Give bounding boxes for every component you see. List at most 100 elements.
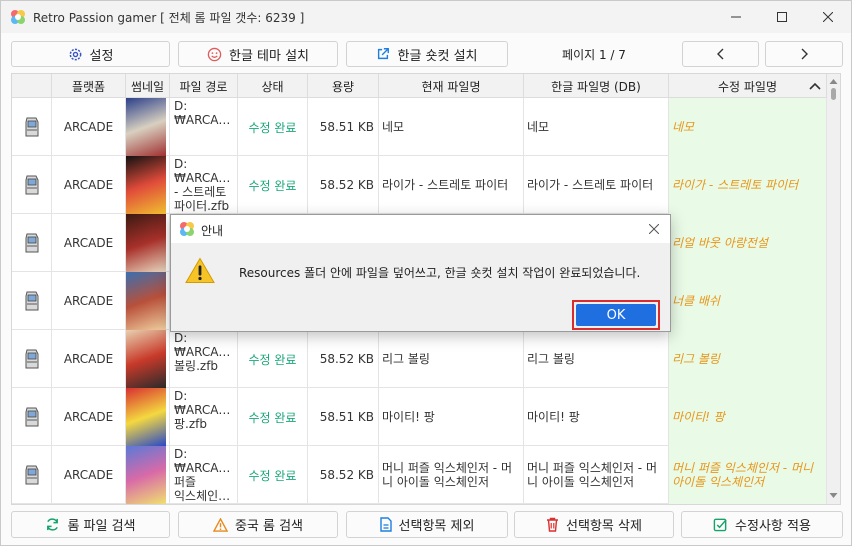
exclude-selected-button[interactable]: 선택항목 제외 (346, 511, 508, 538)
thumbnail-cell-border (126, 446, 170, 504)
prev-page-button[interactable] (682, 41, 759, 67)
platform-cell: ARCADE (52, 214, 126, 272)
platform-icon-cell (12, 388, 52, 446)
column-header[interactable]: 썸네일 (126, 74, 170, 98)
table-row[interactable]: ARCADE D: ₩ARCA… 수정 완료 58.51 KB 네모 네모 네모 (12, 98, 827, 156)
current-filename-cell: 라이가 - 스트레토 파이터 (379, 156, 524, 214)
settings-button[interactable]: 설정 (11, 41, 170, 67)
fixed-filename-cell: 라이가 - 스트레토 파이터 (669, 156, 827, 214)
maximize-icon (777, 12, 787, 22)
cn-rom-search-label: 중국 롬 검색 (234, 519, 304, 534)
thumbnail-cell-border (126, 98, 170, 156)
cn-rom-search-button[interactable]: 중국 롬 검색 (178, 511, 338, 538)
column-header[interactable]: 용량 (308, 74, 379, 98)
db-filename-cell: 네모 (524, 98, 669, 156)
minimize-button[interactable] (713, 1, 759, 33)
platform-icon-cell (12, 330, 52, 388)
file-size-cell: 58.52 KB (308, 156, 379, 214)
status-cell: 수정 완료 (238, 330, 308, 388)
platform-cell: ARCADE (52, 330, 126, 388)
platform-icon-cell (12, 98, 52, 156)
dialog-title-bar: 안내 (171, 215, 670, 243)
db-filename-cell: 리그 볼링 (524, 330, 669, 388)
fixed-filename-cell: 리얼 바웃 아랑전설 (669, 214, 827, 272)
settings-label: 설정 (89, 48, 114, 64)
db-filename-cell: 라이가 - 스트레토 파이터 (524, 156, 669, 214)
document-icon (379, 517, 392, 532)
rom-search-button[interactable]: 롬 파일 검색 (11, 511, 170, 538)
platform-icon-cell (12, 214, 52, 272)
chevron-left-icon (716, 48, 723, 60)
ok-button[interactable]: OK (576, 304, 656, 326)
title-bar: Retro Passion gamer [ 전체 롬 파일 갯수: 6239 ] (1, 1, 851, 33)
dialog-title: 안내 (201, 224, 224, 238)
warning-icon (185, 257, 215, 283)
column-header[interactable]: 플랫폼 (52, 74, 126, 98)
main-window: Retro Passion gamer [ 전체 롬 파일 갯수: 6239 ]… (0, 0, 852, 546)
arcade-cabinet-icon (25, 175, 38, 195)
apply-changes-button[interactable]: 수정사항 적용 (681, 511, 843, 538)
file-path-cell: D: ₩ARCA… 볼링.zfb (170, 330, 238, 388)
column-header[interactable]: 현재 파일명 (379, 74, 524, 98)
fixed-filename-cell: 네모 (669, 98, 827, 156)
table-row[interactable]: ARCADE D: ₩ARCA… 팡.zfb 수정 완료 58.51 KB 마이티! 팡… (12, 388, 827, 446)
table-row[interactable]: ARCADE D: ₩ARCA… - 스트레토 파이터.zfb 수정 완료 58.52… (12, 156, 827, 214)
exclude-selected-label: 선택항목 제외 (398, 519, 475, 534)
file-path-cell: D: ₩ARCA… - 스트레토 파이터.zfb (170, 156, 238, 214)
column-header[interactable]: 파일 경로 (170, 74, 238, 98)
platform-cell: ARCADE (52, 388, 126, 446)
app-logo-icon (11, 10, 25, 24)
thumbnail-cell-border (126, 156, 170, 214)
table-header: 플랫폼 썸네일 파일 경로 상태 용량 현재 파일명 한글 파일명 (DB) 수… (12, 74, 840, 98)
thumbnail-cell-border (126, 330, 170, 388)
fixed-filename-cell: 머니 퍼즐 익스체인저 - 머니 아이돌 익스체인저 (669, 446, 827, 504)
scrollbar-thumb[interactable] (831, 88, 836, 100)
column-header[interactable]: 한글 파일명 (DB) (524, 74, 669, 98)
file-size-cell: 58.52 KB (308, 446, 379, 504)
arcade-cabinet-icon (25, 407, 38, 427)
current-filename-cell: 마이티! 팡 (379, 388, 524, 446)
korean-theme-button[interactable]: 한글 테마 설치 (178, 41, 338, 67)
info-dialog: 안내 Resources 폴더 안에 파일을 덮어쓰고, 한글 숏컷 설치 작업… (170, 214, 671, 332)
db-filename-cell: 머니 퍼즐 익스체인저 - 머니 아이돌 익스체인저 (524, 446, 669, 504)
dialog-close-button[interactable] (643, 219, 665, 239)
window-title: Retro Passion gamer [ 전체 롬 파일 갯수: 6239 ] (33, 11, 305, 25)
delete-selected-button[interactable]: 선택항목 삭제 (514, 511, 674, 538)
arcade-cabinet-icon (25, 349, 38, 369)
delete-selected-label: 선택항목 삭제 (566, 519, 642, 534)
table-row[interactable]: ARCADE D: ₩ARCA… 볼링.zfb 수정 완료 58.52 KB 리그 볼링… (12, 330, 827, 388)
status-cell: 수정 완료 (238, 388, 308, 446)
gear-icon (69, 48, 81, 60)
page-indicator: 페이지 1 / 7 (562, 48, 626, 62)
thumbnail-cell-border (126, 388, 170, 446)
fixed-filename-cell: 리그 볼링 (669, 330, 827, 388)
platform-icon-cell (12, 156, 52, 214)
arcade-cabinet-icon (25, 233, 38, 253)
close-button[interactable] (805, 1, 851, 33)
table-row[interactable]: ARCADE D: ₩ARCA… 퍼즐 익스체인… 수정 완료 58.52 KB 머니 … (12, 446, 827, 504)
chevron-right-icon (801, 48, 808, 60)
platform-cell: ARCADE (52, 98, 126, 156)
sort-ascending-icon (809, 82, 821, 90)
fixed-filename-cell: 마이티! 팡 (669, 388, 827, 446)
app-logo-icon (180, 222, 194, 236)
minimize-icon (731, 16, 741, 18)
column-header[interactable]: 상태 (238, 74, 308, 98)
thumbnail-cell-border (126, 214, 170, 272)
status-cell: 수정 완료 (238, 156, 308, 214)
scroll-down-icon (829, 493, 838, 498)
vertical-scrollbar[interactable] (827, 74, 840, 504)
status-cell: 수정 완료 (238, 446, 308, 504)
select-column-header[interactable] (12, 74, 52, 98)
platform-icon-cell (12, 272, 52, 330)
korean-theme-label: 한글 테마 설치 (228, 48, 310, 64)
column-header[interactable]: 수정 파일명 (669, 74, 827, 98)
file-size-cell: 58.52 KB (308, 330, 379, 388)
scroll-up-icon (829, 79, 838, 84)
korean-shortcut-button[interactable]: 한글 숏컷 설치 (346, 41, 508, 67)
maximize-button[interactable] (759, 1, 805, 33)
warning-icon (212, 517, 228, 532)
next-page-button[interactable] (765, 41, 843, 67)
current-filename-cell: 네모 (379, 98, 524, 156)
file-size-cell: 58.51 KB (308, 388, 379, 446)
